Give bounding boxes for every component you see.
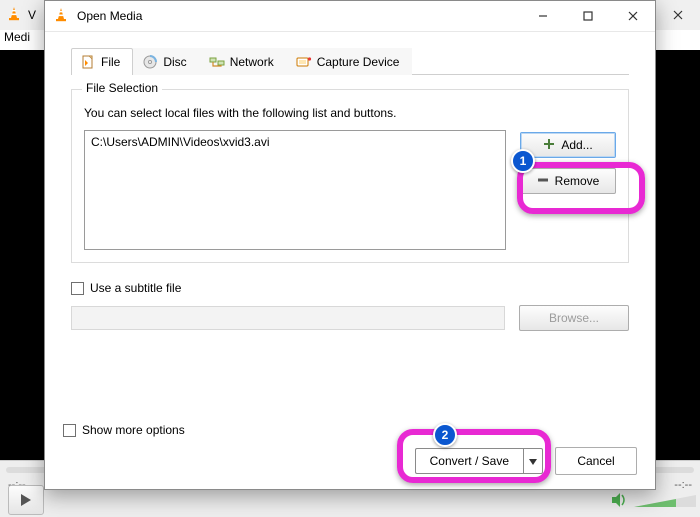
volume-icon[interactable] <box>608 489 630 511</box>
subtitle-path-row: Browse... <box>71 305 629 331</box>
dialog-title: Open Media <box>77 9 142 23</box>
tab-network[interactable]: Network <box>200 48 287 75</box>
plus-icon <box>543 138 555 153</box>
add-button[interactable]: Add... <box>520 132 616 158</box>
convert-save-dropdown[interactable] <box>523 448 543 474</box>
file-list[interactable]: C:\Users\ADMIN\Videos\xvid3.avi <box>84 130 506 250</box>
dialog-close-button[interactable] <box>610 1 655 31</box>
tab-file-label: File <box>101 55 120 69</box>
subtitle-checkbox-label: Use a subtitle file <box>90 281 181 295</box>
tab-capture-device[interactable]: Capture Device <box>287 48 413 75</box>
disc-icon <box>142 54 158 70</box>
file-selection-group: File Selection You can select local file… <box>71 89 629 263</box>
vlc-cone-icon <box>6 6 22 25</box>
cancel-button[interactable]: Cancel <box>555 447 637 475</box>
more-options-row: Show more options <box>63 423 185 437</box>
time-total: --:-- <box>674 479 692 491</box>
file-selection-legend: File Selection <box>82 81 162 95</box>
subtitle-row: Use a subtitle file <box>71 281 629 295</box>
browse-button: Browse... <box>519 305 629 331</box>
chevron-down-icon <box>529 454 537 468</box>
subtitle-checkbox[interactable] <box>71 282 84 295</box>
tab-network-label: Network <box>230 55 274 69</box>
subtitle-path-field <box>71 306 505 330</box>
annotation-badge-2: 2 <box>433 423 457 447</box>
tab-disc[interactable]: Disc <box>133 48 199 75</box>
dialog-footer: Convert / Save Cancel <box>415 447 637 475</box>
play-button[interactable] <box>8 485 44 515</box>
dialog-body: File Disc <box>45 32 655 489</box>
open-media-dialog: Open Media File <box>44 0 656 490</box>
main-close-button[interactable] <box>655 0 700 30</box>
dialog-titlebar: Open Media <box>45 1 655 32</box>
add-button-label: Add... <box>561 138 592 152</box>
network-icon <box>209 54 225 70</box>
convert-save-main[interactable]: Convert / Save <box>415 448 523 474</box>
cancel-button-label: Cancel <box>577 454 614 468</box>
tab-capture-label: Capture Device <box>317 55 400 69</box>
tab-file[interactable]: File <box>71 48 133 75</box>
media-source-tabs: File Disc <box>71 46 629 75</box>
file-list-item[interactable]: C:\Users\ADMIN\Videos\xvid3.avi <box>91 135 499 149</box>
convert-save-button[interactable]: Convert / Save <box>415 448 543 474</box>
remove-button-label: Remove <box>555 174 600 188</box>
convert-save-label: Convert / Save <box>430 454 509 468</box>
dialog-maximize-button[interactable] <box>565 1 610 31</box>
vlc-cone-icon <box>53 7 69 26</box>
main-window-title: V <box>28 8 36 22</box>
more-options-checkbox[interactable] <box>63 424 76 437</box>
browse-button-label: Browse... <box>549 311 599 325</box>
minus-icon <box>537 174 549 189</box>
more-options-label: Show more options <box>82 423 185 437</box>
volume-slider[interactable] <box>634 495 696 509</box>
file-icon <box>80 54 96 70</box>
tab-disc-label: Disc <box>163 55 186 69</box>
menu-media[interactable]: Medi <box>4 30 30 44</box>
remove-button[interactable]: Remove <box>520 168 616 194</box>
file-selection-hint: You can select local files with the foll… <box>84 106 616 120</box>
dialog-minimize-button[interactable] <box>520 1 565 31</box>
capture-device-icon <box>296 54 312 70</box>
